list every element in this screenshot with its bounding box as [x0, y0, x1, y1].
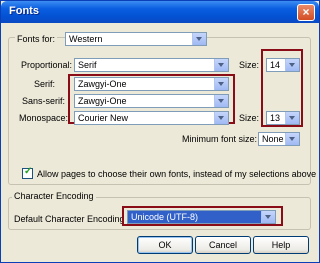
chevron-down-icon — [285, 133, 299, 145]
chevron-down-icon — [285, 112, 299, 124]
chevron-down-icon — [214, 59, 228, 71]
size-label: Size: — [239, 60, 260, 70]
proportional-size-value: 14 — [270, 60, 281, 70]
chevron-down-icon — [192, 33, 206, 45]
serif-select[interactable]: Zawgyi-One — [74, 77, 229, 91]
default-encoding-select[interactable]: Unicode (UTF-8) — [127, 210, 276, 224]
monospace-label: Monospace: — [19, 113, 69, 123]
min-font-size-label: Minimum font size: — [182, 134, 258, 144]
allow-pages-label: Allow pages to choose their own fonts, i… — [37, 169, 317, 179]
fonts-for-select[interactable]: Western — [65, 32, 207, 46]
help-button[interactable]: Help — [253, 236, 309, 254]
monospace-value: Courier New — [78, 113, 129, 123]
monospace-select[interactable]: Courier New — [74, 111, 229, 125]
serif-value: Zawgyi-One — [78, 79, 127, 89]
default-encoding-value: Unicode (UTF-8) — [131, 212, 199, 222]
close-icon[interactable]: × — [297, 4, 315, 21]
chevron-down-icon — [214, 78, 228, 90]
proportional-value: Serif — [78, 60, 97, 70]
proportional-select[interactable]: Serif — [74, 58, 229, 72]
allow-pages-checkbox[interactable]: ✓ — [22, 166, 33, 179]
fonts-dialog: Fonts × Fonts for: Western Proportional:… — [0, 0, 320, 263]
proportional-label: Proportional: — [21, 60, 73, 70]
monospace-size-select[interactable]: 13 — [266, 111, 300, 125]
chevron-down-icon — [214, 112, 228, 124]
ok-button[interactable]: OK — [137, 236, 193, 254]
monospace-size-label: Size: — [239, 113, 260, 123]
dialog-title: Fonts — [9, 5, 39, 17]
monospace-size-value: 13 — [270, 113, 281, 123]
sans-serif-label: Sans-serif: — [22, 96, 66, 106]
fonts-for-value: Western — [69, 34, 103, 44]
sans-serif-value: Zawgyi-One — [78, 96, 127, 106]
serif-label: Serif: — [34, 79, 56, 89]
min-font-size-select[interactable]: None — [258, 132, 300, 146]
encoding-group-title: Character Encoding — [12, 191, 96, 201]
title-bar[interactable]: Fonts × — [1, 1, 319, 23]
min-font-size-value: None — [262, 134, 284, 144]
proportional-size-select[interactable]: 14 — [266, 58, 300, 72]
cancel-button[interactable]: Cancel — [195, 236, 251, 254]
checkmark-icon: ✓ — [24, 166, 33, 177]
fonts-for-label: Fonts for: — [15, 33, 58, 45]
chevron-down-icon — [214, 95, 228, 107]
sans-serif-select[interactable]: Zawgyi-One — [74, 94, 229, 108]
default-encoding-label: Default Character Encoding — [14, 214, 125, 224]
chevron-down-icon — [261, 211, 275, 223]
chevron-down-icon — [285, 59, 299, 71]
